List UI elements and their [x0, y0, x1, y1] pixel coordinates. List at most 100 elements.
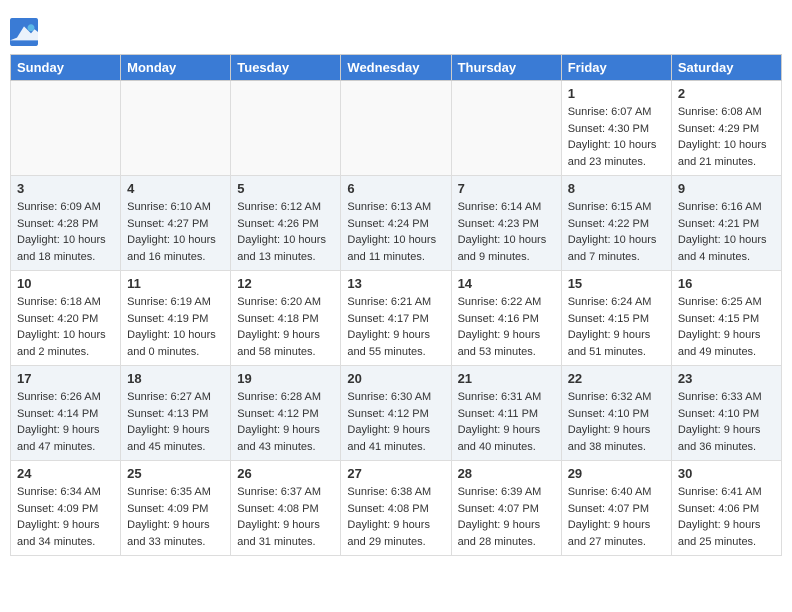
day-cell: 8 Sunrise: 6:15 AM Sunset: 4:22 PM Daylig… — [561, 176, 671, 271]
day-number: 27 — [347, 466, 444, 481]
day-cell: 16Sunrise: 6:25 AM Sunset: 4:15 PM Dayli… — [671, 271, 781, 366]
day-cell: 11 Sunrise: 6:19 AM Sunset: 4:19 PM Dayli… — [121, 271, 231, 366]
day-cell: 27 Sunrise: 6:38 AM Sunset: 4:08 PM Dayli… — [341, 461, 451, 556]
day-cell: 30Sunrise: 6:41 AM Sunset: 4:06 PM Dayli… — [671, 461, 781, 556]
header — [10, 10, 782, 46]
day-info: Sunrise: 6:37 AM Sunset: 4:08 PM Dayligh… — [237, 484, 334, 550]
day-cell: 12 Sunrise: 6:20 AM Sunset: 4:18 PM Dayli… — [231, 271, 341, 366]
day-info: Sunrise: 6:09 AM Sunset: 4:28 PM Dayligh… — [17, 199, 114, 265]
day-cell: 24 Sunrise: 6:34 AM Sunset: 4:09 PM Dayli… — [11, 461, 121, 556]
day-cell: 21 Sunrise: 6:31 AM Sunset: 4:11 PM Dayli… — [451, 366, 561, 461]
week-row-1: 3 Sunrise: 6:09 AM Sunset: 4:28 PM Daylig… — [11, 176, 782, 271]
day-info: Sunrise: 6:26 AM Sunset: 4:14 PM Dayligh… — [17, 389, 114, 455]
day-number: 19 — [237, 371, 334, 386]
day-number: 18 — [127, 371, 224, 386]
day-info: Sunrise: 6:31 AM Sunset: 4:11 PM Dayligh… — [458, 389, 555, 455]
day-number: 12 — [237, 276, 334, 291]
day-cell: 4Sunrise: 6:10 AM Sunset: 4:27 PM Daylig… — [121, 176, 231, 271]
day-number: 28 — [458, 466, 555, 481]
week-row-3: 17 Sunrise: 6:26 AM Sunset: 4:14 PM Dayli… — [11, 366, 782, 461]
header-day-friday: Friday — [561, 55, 671, 81]
day-cell: 13 Sunrise: 6:21 AM Sunset: 4:17 PM Dayli… — [341, 271, 451, 366]
day-cell: 6 Sunrise: 6:13 AM Sunset: 4:24 PM Daylig… — [341, 176, 451, 271]
day-info: Sunrise: 6:10 AM Sunset: 4:27 PM Dayligh… — [127, 199, 224, 265]
day-info: Sunrise: 6:20 AM Sunset: 4:18 PM Dayligh… — [237, 294, 334, 360]
day-number: 21 — [458, 371, 555, 386]
day-cell: 29Sunrise: 6:40 AM Sunset: 4:07 PM Dayli… — [561, 461, 671, 556]
day-cell: 26 Sunrise: 6:37 AM Sunset: 4:08 PM Dayli… — [231, 461, 341, 556]
week-row-4: 24 Sunrise: 6:34 AM Sunset: 4:09 PM Dayli… — [11, 461, 782, 556]
day-number: 20 — [347, 371, 444, 386]
day-info: Sunrise: 6:15 AM Sunset: 4:22 PM Dayligh… — [568, 199, 665, 265]
day-cell — [341, 81, 451, 176]
day-number: 13 — [347, 276, 444, 291]
day-number: 7 — [458, 181, 555, 196]
calendar-table: SundayMondayTuesdayWednesdayThursdayFrid… — [10, 54, 782, 556]
day-cell: 9Sunrise: 6:16 AM Sunset: 4:21 PM Daylig… — [671, 176, 781, 271]
day-info: Sunrise: 6:39 AM Sunset: 4:07 PM Dayligh… — [458, 484, 555, 550]
day-cell: 2 Sunrise: 6:08 AM Sunset: 4:29 PM Daylig… — [671, 81, 781, 176]
day-cell: 25Sunrise: 6:35 AM Sunset: 4:09 PM Dayli… — [121, 461, 231, 556]
header-row: SundayMondayTuesdayWednesdayThursdayFrid… — [11, 55, 782, 81]
logo-icon — [10, 18, 38, 46]
header-day-tuesday: Tuesday — [231, 55, 341, 81]
week-row-2: 10 Sunrise: 6:18 AM Sunset: 4:20 PM Dayli… — [11, 271, 782, 366]
day-cell — [231, 81, 341, 176]
day-number: 22 — [568, 371, 665, 386]
day-info: Sunrise: 6:40 AM Sunset: 4:07 PM Dayligh… — [568, 484, 665, 550]
day-number: 24 — [17, 466, 114, 481]
day-cell: 22 Sunrise: 6:32 AM Sunset: 4:10 PM Dayli… — [561, 366, 671, 461]
day-number: 11 — [127, 276, 224, 291]
day-info: Sunrise: 6:38 AM Sunset: 4:08 PM Dayligh… — [347, 484, 444, 550]
day-number: 23 — [678, 371, 775, 386]
day-number: 17 — [17, 371, 114, 386]
day-number: 9 — [678, 181, 775, 196]
day-info: Sunrise: 6:27 AM Sunset: 4:13 PM Dayligh… — [127, 389, 224, 455]
day-number: 26 — [237, 466, 334, 481]
day-number: 30 — [678, 466, 775, 481]
day-info: Sunrise: 6:19 AM Sunset: 4:19 PM Dayligh… — [127, 294, 224, 360]
day-cell — [121, 81, 231, 176]
day-cell: 20 Sunrise: 6:30 AM Sunset: 4:12 PM Dayli… — [341, 366, 451, 461]
day-cell: 3 Sunrise: 6:09 AM Sunset: 4:28 PM Daylig… — [11, 176, 121, 271]
day-cell: 5 Sunrise: 6:12 AM Sunset: 4:26 PM Daylig… — [231, 176, 341, 271]
day-number: 10 — [17, 276, 114, 291]
day-info: Sunrise: 6:13 AM Sunset: 4:24 PM Dayligh… — [347, 199, 444, 265]
day-number: 3 — [17, 181, 114, 196]
day-info: Sunrise: 6:07 AM Sunset: 4:30 PM Dayligh… — [568, 104, 665, 170]
header-day-saturday: Saturday — [671, 55, 781, 81]
header-day-monday: Monday — [121, 55, 231, 81]
day-info: Sunrise: 6:24 AM Sunset: 4:15 PM Dayligh… — [568, 294, 665, 360]
day-number: 14 — [458, 276, 555, 291]
day-info: Sunrise: 6:32 AM Sunset: 4:10 PM Dayligh… — [568, 389, 665, 455]
header-day-sunday: Sunday — [11, 55, 121, 81]
day-cell — [11, 81, 121, 176]
day-info: Sunrise: 6:08 AM Sunset: 4:29 PM Dayligh… — [678, 104, 775, 170]
day-number: 15 — [568, 276, 665, 291]
day-cell: 14Sunrise: 6:22 AM Sunset: 4:16 PM Dayli… — [451, 271, 561, 366]
day-cell: 23 Sunrise: 6:33 AM Sunset: 4:10 PM Dayli… — [671, 366, 781, 461]
day-info: Sunrise: 6:25 AM Sunset: 4:15 PM Dayligh… — [678, 294, 775, 360]
day-info: Sunrise: 6:35 AM Sunset: 4:09 PM Dayligh… — [127, 484, 224, 550]
day-cell: 19Sunrise: 6:28 AM Sunset: 4:12 PM Dayli… — [231, 366, 341, 461]
day-number: 1 — [568, 86, 665, 101]
header-day-thursday: Thursday — [451, 55, 561, 81]
day-info: Sunrise: 6:33 AM Sunset: 4:10 PM Dayligh… — [678, 389, 775, 455]
logo — [10, 18, 42, 46]
day-cell: 7Sunrise: 6:14 AM Sunset: 4:23 PM Daylig… — [451, 176, 561, 271]
day-number: 6 — [347, 181, 444, 196]
day-info: Sunrise: 6:21 AM Sunset: 4:17 PM Dayligh… — [347, 294, 444, 360]
day-number: 5 — [237, 181, 334, 196]
day-cell: 28 Sunrise: 6:39 AM Sunset: 4:07 PM Dayli… — [451, 461, 561, 556]
day-info: Sunrise: 6:30 AM Sunset: 4:12 PM Dayligh… — [347, 389, 444, 455]
day-number: 2 — [678, 86, 775, 101]
header-day-wednesday: Wednesday — [341, 55, 451, 81]
day-number: 8 — [568, 181, 665, 196]
day-info: Sunrise: 6:18 AM Sunset: 4:20 PM Dayligh… — [17, 294, 114, 360]
day-cell: 18 Sunrise: 6:27 AM Sunset: 4:13 PM Dayli… — [121, 366, 231, 461]
day-info: Sunrise: 6:34 AM Sunset: 4:09 PM Dayligh… — [17, 484, 114, 550]
week-row-0: 1 Sunrise: 6:07 AM Sunset: 4:30 PM Daylig… — [11, 81, 782, 176]
day-cell: 17 Sunrise: 6:26 AM Sunset: 4:14 PM Dayli… — [11, 366, 121, 461]
day-info: Sunrise: 6:12 AM Sunset: 4:26 PM Dayligh… — [237, 199, 334, 265]
day-cell: 15 Sunrise: 6:24 AM Sunset: 4:15 PM Dayli… — [561, 271, 671, 366]
